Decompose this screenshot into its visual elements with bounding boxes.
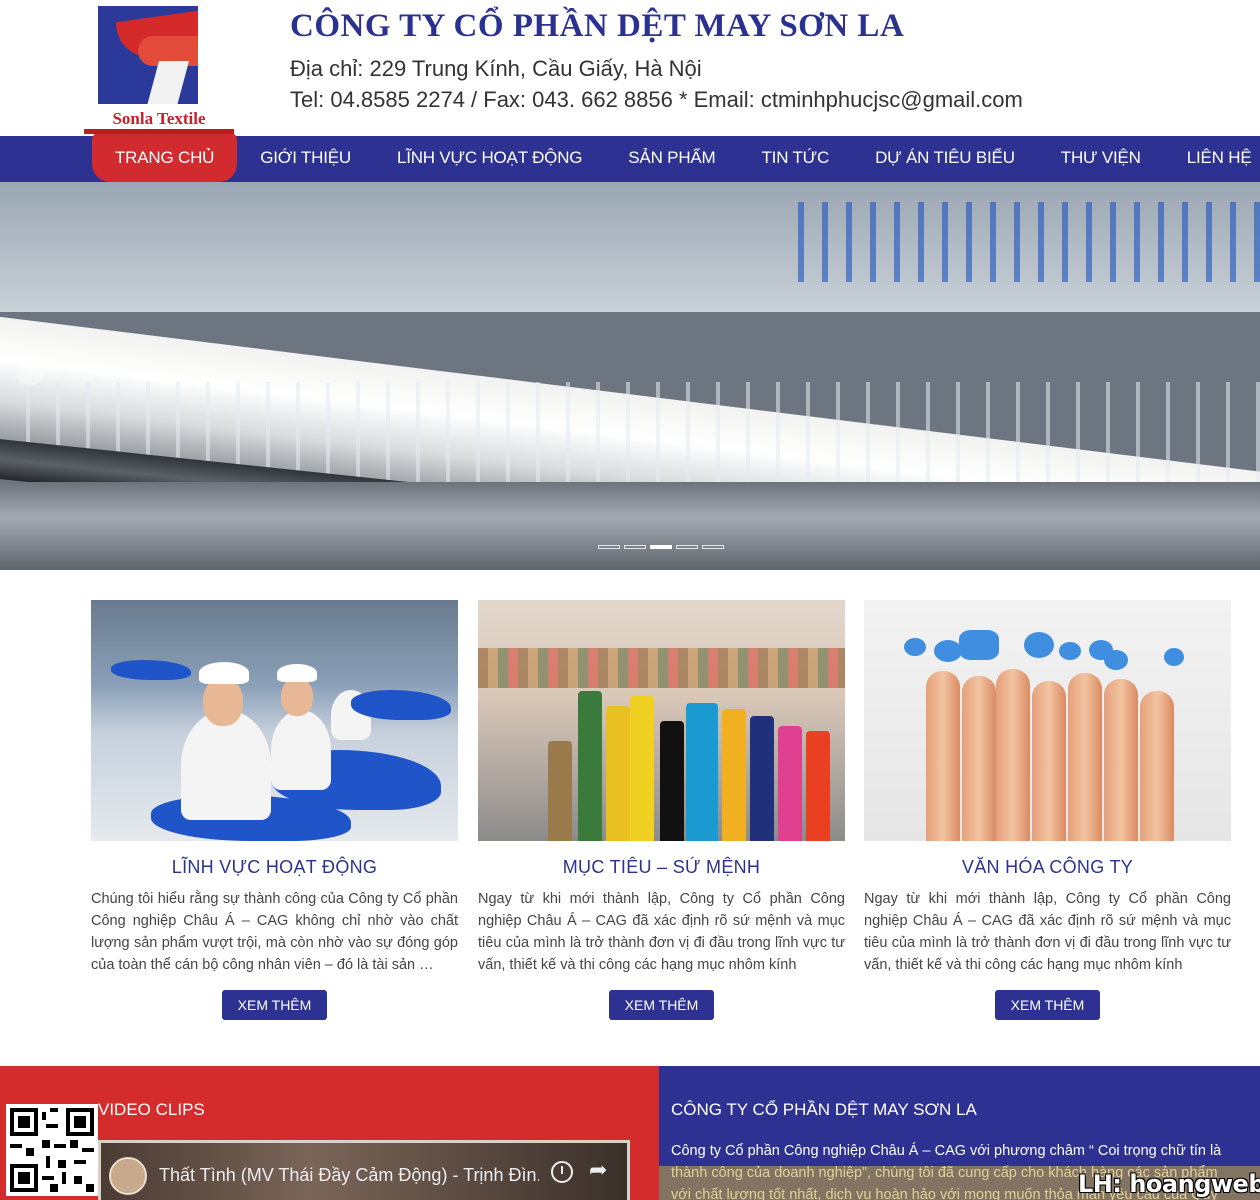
card-description: Ngay từ khi mới thành lập, Công ty Cổ ph… xyxy=(864,891,1231,973)
card-title[interactable]: MỤC TIÊU – SỨ MỆNH xyxy=(478,857,845,878)
slider-dot[interactable] xyxy=(624,545,646,549)
slider-dot[interactable] xyxy=(598,545,620,549)
nav-item-projects[interactable]: DỰ ÁN TIÊU BIỂU xyxy=(852,136,1038,182)
card-title[interactable]: LĨNH VỰC HOẠT ĐỘNG xyxy=(91,857,458,878)
company-name: CÔNG TY CỔ PHẦN DỆT MAY SƠN LA xyxy=(290,8,905,44)
card-title[interactable]: VĂN HÓA CÔNG TY xyxy=(864,857,1231,878)
nav-item-about[interactable]: GIỚI THIỆU xyxy=(237,136,374,182)
feature-card: VĂN HÓA CÔNG TY Ngay từ khi mới thành lậ… xyxy=(864,600,1231,1020)
hero-slider[interactable] xyxy=(0,182,1260,570)
card-description: Chúng tôi hiểu rằng sự thành công của Cô… xyxy=(91,891,458,973)
chevron-left-icon[interactable]: ‹ xyxy=(16,358,44,386)
read-more-button[interactable]: XEM THÊM xyxy=(222,990,327,1020)
slider-dot[interactable] xyxy=(676,545,698,549)
feature-card: LĨNH VỰC HOẠT ĐỘNG Chúng tôi hiểu rằng s… xyxy=(91,600,458,1020)
slider-dot[interactable] xyxy=(702,545,724,549)
watermark-text: LH: hoangweb.net xyxy=(1078,1170,1260,1198)
watch-later-icon[interactable] xyxy=(551,1161,573,1183)
feature-card: MỤC TIÊU – SỨ MỆNH Ngay từ khi mới thành… xyxy=(478,600,845,1020)
slider-dot-active[interactable] xyxy=(650,545,672,549)
nav-item-library[interactable]: THƯ VIỆN xyxy=(1038,136,1164,182)
video-title[interactable]: Thất Tình (MV Thái Đầy Cảm Động) - Trịnh… xyxy=(159,1165,539,1186)
nav-item-news[interactable]: TIN TỨC xyxy=(739,136,853,182)
video-heading: VIDEO CLIPS xyxy=(98,1100,205,1119)
video-player[interactable]: Thất Tình (MV Thái Đầy Cảm Động) - Trịnh… xyxy=(98,1140,630,1200)
company-address: Địa chỉ: 229 Trung Kính, Cầu Giấy, Hà Nộ… xyxy=(290,56,702,81)
main-nav: TRANG CHỦ GIỚI THIỆU LĨNH VỰC HOẠT ĐỘNG … xyxy=(0,132,1260,182)
factory-workers-image[interactable] xyxy=(91,600,458,841)
logo-mark xyxy=(98,6,198,104)
read-more-button[interactable]: XEM THÊM xyxy=(609,990,714,1020)
site-header: Sonla Textile CÔNG TY CỔ PHẦN DỆT MAY SƠ… xyxy=(0,0,1260,136)
nav-item-fields[interactable]: LĨNH VỰC HOẠT ĐỘNG xyxy=(374,136,605,182)
channel-avatar[interactable] xyxy=(109,1157,147,1195)
logo-text: Sonla Textile xyxy=(84,106,234,134)
read-more-button[interactable]: XEM THÊM xyxy=(995,990,1100,1020)
nav-item-products[interactable]: SẢN PHẨM xyxy=(605,136,738,182)
share-icon[interactable]: ➦ xyxy=(589,1157,607,1183)
card-description: Ngay từ khi mới thành lập, Công ty Cổ ph… xyxy=(478,891,845,973)
nav-item-contact[interactable]: LIÊN HỆ xyxy=(1164,136,1260,182)
company-contact: Tel: 04.8585 2274 / Fax: 043. 662 8856 *… xyxy=(290,87,1023,112)
slider-dots xyxy=(598,545,724,549)
thread-spools-image[interactable] xyxy=(478,600,845,841)
company-logo[interactable]: Sonla Textile xyxy=(74,0,244,140)
qr-code-icon xyxy=(6,1104,98,1196)
speech-fingers-image[interactable] xyxy=(864,600,1231,841)
company-info-heading: CÔNG TY CỔ PHẦN DỆT MAY SƠN LA xyxy=(671,1100,977,1119)
